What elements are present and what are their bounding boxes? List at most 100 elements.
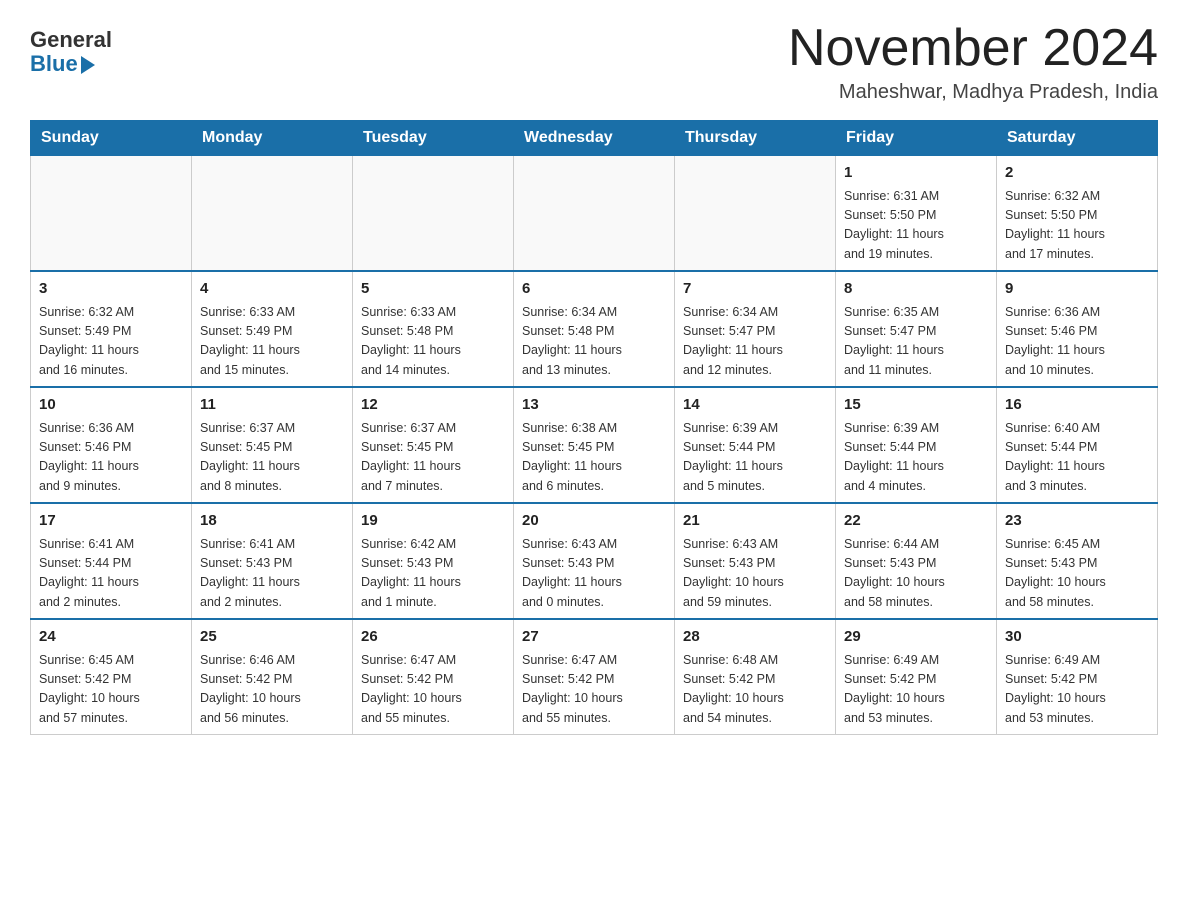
day-info: Sunrise: 6:41 AM Sunset: 5:43 PM Dayligh… — [200, 535, 344, 613]
calendar-cell: 1Sunrise: 6:31 AM Sunset: 5:50 PM Daylig… — [836, 156, 997, 272]
calendar-cell: 25Sunrise: 6:46 AM Sunset: 5:42 PM Dayli… — [192, 619, 353, 735]
day-info: Sunrise: 6:44 AM Sunset: 5:43 PM Dayligh… — [844, 535, 988, 613]
day-info: Sunrise: 6:38 AM Sunset: 5:45 PM Dayligh… — [522, 419, 666, 497]
calendar-cell — [353, 156, 514, 272]
day-number: 12 — [361, 394, 505, 417]
calendar-cell: 29Sunrise: 6:49 AM Sunset: 5:42 PM Dayli… — [836, 619, 997, 735]
day-number: 16 — [1005, 394, 1149, 417]
day-number: 1 — [844, 162, 988, 185]
calendar-cell — [675, 156, 836, 272]
weekday-header-friday: Friday — [836, 121, 997, 156]
calendar-cell: 10Sunrise: 6:36 AM Sunset: 5:46 PM Dayli… — [31, 387, 192, 503]
day-info: Sunrise: 6:32 AM Sunset: 5:50 PM Dayligh… — [1005, 187, 1149, 265]
weekday-header-thursday: Thursday — [675, 121, 836, 156]
calendar-cell: 28Sunrise: 6:48 AM Sunset: 5:42 PM Dayli… — [675, 619, 836, 735]
day-number: 4 — [200, 278, 344, 301]
day-info: Sunrise: 6:33 AM Sunset: 5:49 PM Dayligh… — [200, 303, 344, 381]
day-info: Sunrise: 6:31 AM Sunset: 5:50 PM Dayligh… — [844, 187, 988, 265]
day-info: Sunrise: 6:41 AM Sunset: 5:44 PM Dayligh… — [39, 535, 183, 613]
calendar-cell: 20Sunrise: 6:43 AM Sunset: 5:43 PM Dayli… — [514, 503, 675, 619]
calendar-cell — [192, 156, 353, 272]
day-info: Sunrise: 6:49 AM Sunset: 5:42 PM Dayligh… — [1005, 651, 1149, 729]
calendar-week-row: 1Sunrise: 6:31 AM Sunset: 5:50 PM Daylig… — [31, 156, 1158, 272]
day-number: 7 — [683, 278, 827, 301]
calendar-cell: 11Sunrise: 6:37 AM Sunset: 5:45 PM Dayli… — [192, 387, 353, 503]
weekday-header-saturday: Saturday — [997, 121, 1158, 156]
day-number: 14 — [683, 394, 827, 417]
calendar-cell: 3Sunrise: 6:32 AM Sunset: 5:49 PM Daylig… — [31, 271, 192, 387]
day-number: 17 — [39, 510, 183, 533]
day-number: 26 — [361, 626, 505, 649]
month-title: November 2024 — [788, 20, 1158, 77]
calendar-cell: 19Sunrise: 6:42 AM Sunset: 5:43 PM Dayli… — [353, 503, 514, 619]
day-number: 24 — [39, 626, 183, 649]
day-number: 22 — [844, 510, 988, 533]
calendar-cell: 13Sunrise: 6:38 AM Sunset: 5:45 PM Dayli… — [514, 387, 675, 503]
calendar-cell — [31, 156, 192, 272]
calendar-cell — [514, 156, 675, 272]
calendar-cell: 21Sunrise: 6:43 AM Sunset: 5:43 PM Dayli… — [675, 503, 836, 619]
page-header: General Blue November 2024 Maheshwar, Ma… — [30, 20, 1158, 104]
calendar-cell: 7Sunrise: 6:34 AM Sunset: 5:47 PM Daylig… — [675, 271, 836, 387]
weekday-header-tuesday: Tuesday — [353, 121, 514, 156]
calendar-cell: 9Sunrise: 6:36 AM Sunset: 5:46 PM Daylig… — [997, 271, 1158, 387]
day-info: Sunrise: 6:40 AM Sunset: 5:44 PM Dayligh… — [1005, 419, 1149, 497]
day-info: Sunrise: 6:42 AM Sunset: 5:43 PM Dayligh… — [361, 535, 505, 613]
day-info: Sunrise: 6:34 AM Sunset: 5:47 PM Dayligh… — [683, 303, 827, 381]
day-info: Sunrise: 6:45 AM Sunset: 5:42 PM Dayligh… — [39, 651, 183, 729]
day-number: 21 — [683, 510, 827, 533]
day-info: Sunrise: 6:49 AM Sunset: 5:42 PM Dayligh… — [844, 651, 988, 729]
logo-blue: Blue — [30, 52, 78, 76]
day-number: 5 — [361, 278, 505, 301]
calendar-week-row: 3Sunrise: 6:32 AM Sunset: 5:49 PM Daylig… — [31, 271, 1158, 387]
day-info: Sunrise: 6:37 AM Sunset: 5:45 PM Dayligh… — [361, 419, 505, 497]
day-info: Sunrise: 6:32 AM Sunset: 5:49 PM Dayligh… — [39, 303, 183, 381]
day-info: Sunrise: 6:43 AM Sunset: 5:43 PM Dayligh… — [683, 535, 827, 613]
weekday-header-wednesday: Wednesday — [514, 121, 675, 156]
weekday-header-row: SundayMondayTuesdayWednesdayThursdayFrid… — [31, 121, 1158, 156]
day-number: 27 — [522, 626, 666, 649]
calendar-cell: 12Sunrise: 6:37 AM Sunset: 5:45 PM Dayli… — [353, 387, 514, 503]
day-number: 28 — [683, 626, 827, 649]
title-area: November 2024 Maheshwar, Madhya Pradesh,… — [788, 20, 1158, 104]
calendar-cell: 26Sunrise: 6:47 AM Sunset: 5:42 PM Dayli… — [353, 619, 514, 735]
day-number: 3 — [39, 278, 183, 301]
day-info: Sunrise: 6:39 AM Sunset: 5:44 PM Dayligh… — [683, 419, 827, 497]
day-number: 18 — [200, 510, 344, 533]
day-number: 13 — [522, 394, 666, 417]
day-number: 15 — [844, 394, 988, 417]
calendar-cell: 17Sunrise: 6:41 AM Sunset: 5:44 PM Dayli… — [31, 503, 192, 619]
day-info: Sunrise: 6:48 AM Sunset: 5:42 PM Dayligh… — [683, 651, 827, 729]
calendar-cell: 22Sunrise: 6:44 AM Sunset: 5:43 PM Dayli… — [836, 503, 997, 619]
calendar-cell: 16Sunrise: 6:40 AM Sunset: 5:44 PM Dayli… — [997, 387, 1158, 503]
day-info: Sunrise: 6:47 AM Sunset: 5:42 PM Dayligh… — [522, 651, 666, 729]
day-number: 9 — [1005, 278, 1149, 301]
day-info: Sunrise: 6:36 AM Sunset: 5:46 PM Dayligh… — [1005, 303, 1149, 381]
day-info: Sunrise: 6:33 AM Sunset: 5:48 PM Dayligh… — [361, 303, 505, 381]
calendar-week-row: 17Sunrise: 6:41 AM Sunset: 5:44 PM Dayli… — [31, 503, 1158, 619]
day-number: 23 — [1005, 510, 1149, 533]
day-number: 8 — [844, 278, 988, 301]
day-number: 2 — [1005, 162, 1149, 185]
day-number: 25 — [200, 626, 344, 649]
day-number: 30 — [1005, 626, 1149, 649]
day-info: Sunrise: 6:35 AM Sunset: 5:47 PM Dayligh… — [844, 303, 988, 381]
day-number: 10 — [39, 394, 183, 417]
calendar-week-row: 10Sunrise: 6:36 AM Sunset: 5:46 PM Dayli… — [31, 387, 1158, 503]
calendar-cell: 5Sunrise: 6:33 AM Sunset: 5:48 PM Daylig… — [353, 271, 514, 387]
calendar-week-row: 24Sunrise: 6:45 AM Sunset: 5:42 PM Dayli… — [31, 619, 1158, 735]
logo-arrow-icon — [81, 56, 95, 74]
location-title: Maheshwar, Madhya Pradesh, India — [788, 81, 1158, 104]
day-info: Sunrise: 6:43 AM Sunset: 5:43 PM Dayligh… — [522, 535, 666, 613]
day-number: 29 — [844, 626, 988, 649]
day-number: 6 — [522, 278, 666, 301]
day-info: Sunrise: 6:36 AM Sunset: 5:46 PM Dayligh… — [39, 419, 183, 497]
logo: General Blue — [30, 28, 112, 76]
calendar-cell: 6Sunrise: 6:34 AM Sunset: 5:48 PM Daylig… — [514, 271, 675, 387]
logo-general: General — [30, 28, 112, 52]
calendar-cell: 23Sunrise: 6:45 AM Sunset: 5:43 PM Dayli… — [997, 503, 1158, 619]
calendar-cell: 2Sunrise: 6:32 AM Sunset: 5:50 PM Daylig… — [997, 156, 1158, 272]
calendar-cell: 4Sunrise: 6:33 AM Sunset: 5:49 PM Daylig… — [192, 271, 353, 387]
day-info: Sunrise: 6:47 AM Sunset: 5:42 PM Dayligh… — [361, 651, 505, 729]
day-number: 20 — [522, 510, 666, 533]
